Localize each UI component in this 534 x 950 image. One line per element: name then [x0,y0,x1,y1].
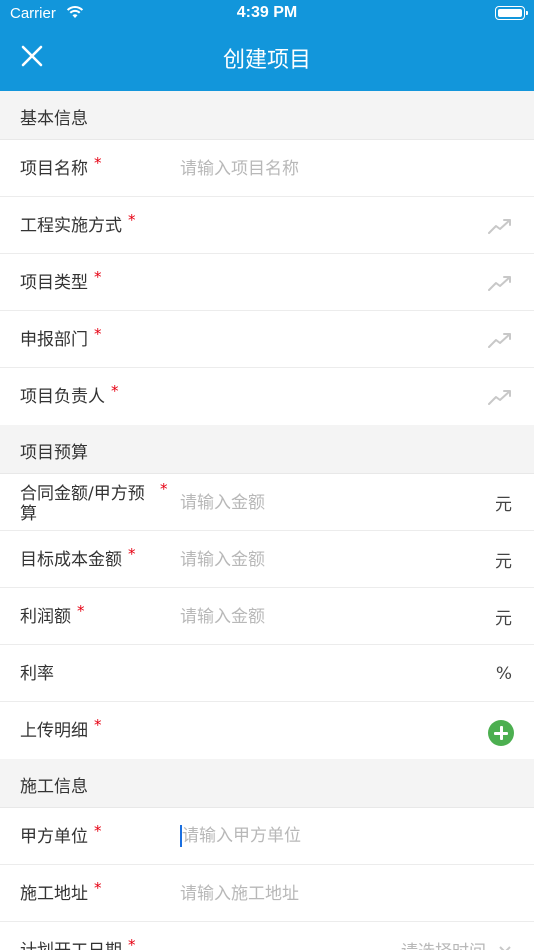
field-label: 施工地址 * [20,865,170,922]
label-start-date: 计划开工日期 [20,941,122,950]
status-bar: Carrier 4:39 PM [0,0,534,28]
section-budget: 项目预算 [0,425,534,474]
field-label: 甲方单位 * [20,808,170,865]
required-mark: * [94,267,102,286]
page-title: 创建项目 [222,48,311,73]
row-project-name: 项目名称 * [0,140,534,197]
field-label: 利润额 * [20,588,170,645]
field-label: 项目类型 * [20,254,170,311]
project-name-input[interactable] [180,140,430,197]
field-label: 工程实施方式 * [20,197,170,254]
label-department: 申报部门 [20,329,88,350]
party-a-input[interactable] [180,825,430,847]
add-icon[interactable] [488,720,514,746]
unit-label: 元 [495,609,512,629]
trend-icon[interactable] [488,274,512,292]
row-department[interactable]: 申报部门 * [0,311,534,368]
chevron-down-icon [499,946,511,950]
target-cost-input[interactable] [180,531,430,588]
section-basic-info: 基本信息 [0,91,534,140]
trend-icon[interactable] [488,388,512,406]
row-party-a: 甲方单位 * [0,808,534,865]
row-contract-amount: 合同金额/甲方预算 * 元 [0,474,534,531]
required-mark: * [94,715,102,734]
form-content: 基本信息 项目名称 * 工程实施方式 * 项目类型 * 申报部门 [0,91,534,950]
address-input[interactable] [180,865,430,922]
row-project-type[interactable]: 项目类型 * [0,254,534,311]
row-rate: 利率 % [0,645,534,702]
field-label: 项目负责人 * [20,368,170,425]
required-mark: * [94,324,102,343]
field-label: 利率 [20,645,170,702]
field-label: 项目名称 * [20,140,170,197]
required-mark: * [128,544,136,563]
unit-label: 元 [495,552,512,572]
required-mark: * [94,153,102,172]
field-label: 目标成本金额 * [20,531,170,588]
section-construction-rows: 甲方单位 * 施工地址 * 计划开工日期 * 请选择时间 [0,808,534,950]
start-date-select[interactable]: 请选择时间 [401,922,486,950]
required-mark: * [111,381,119,400]
trend-icon[interactable] [488,331,512,349]
row-start-date[interactable]: 计划开工日期 * 请选择时间 [0,922,534,950]
required-mark: * [94,821,102,840]
label-party-a: 甲方单位 [20,826,88,847]
label-profit: 利润额 [20,606,71,627]
row-target-cost: 目标成本金额 * 元 [0,531,534,588]
row-address: 施工地址 * [0,865,534,922]
label-project-name: 项目名称 [20,158,88,179]
section-basic-rows: 项目名称 * 工程实施方式 * 项目类型 * 申报部门 * [0,140,534,425]
label-upload: 上传明细 [20,720,88,741]
label-implementation: 工程实施方式 [20,215,122,236]
row-manager[interactable]: 项目负责人 * [0,368,534,425]
label-manager: 项目负责人 [20,386,105,407]
label-contract-amount: 合同金额/甲方预算 [20,484,145,524]
required-mark: * [94,878,102,897]
contract-amount-input[interactable] [180,474,430,531]
label-project-type: 项目类型 [20,272,88,293]
required-mark: * [128,935,136,950]
label-target-cost: 目标成本金额 [20,549,122,570]
app-header: Carrier 4:39 PM 创建项目 [0,0,534,91]
row-profit: 利润额 * 元 [0,588,534,645]
field-label: 计划开工日期 * [20,922,170,950]
row-implementation[interactable]: 工程实施方式 * [0,197,534,254]
field-label: 合同金额/甲方预算 * [20,474,170,531]
label-address: 施工地址 [20,883,88,904]
unit-label: 元 [495,495,512,515]
required-mark: * [128,210,136,229]
row-upload: 上传明细 * [0,702,534,759]
section-budget-rows: 合同金额/甲方预算 * 元 目标成本金额 * 元 利润额 * 元 利率 [0,474,534,759]
nav-bar: 创建项目 [0,28,534,91]
status-time: 4:39 PM [236,4,298,21]
unit-label: % [495,664,512,684]
trend-icon[interactable] [488,217,512,235]
required-mark: * [77,601,85,620]
section-construction: 施工信息 [0,759,534,808]
battery-icon [495,6,528,20]
profit-input[interactable] [180,588,430,645]
field-label: 上传明细 * [20,702,170,759]
required-mark: * [160,480,168,498]
label-rate: 利率 [20,663,54,684]
field-label: 申报部门 * [20,311,170,368]
